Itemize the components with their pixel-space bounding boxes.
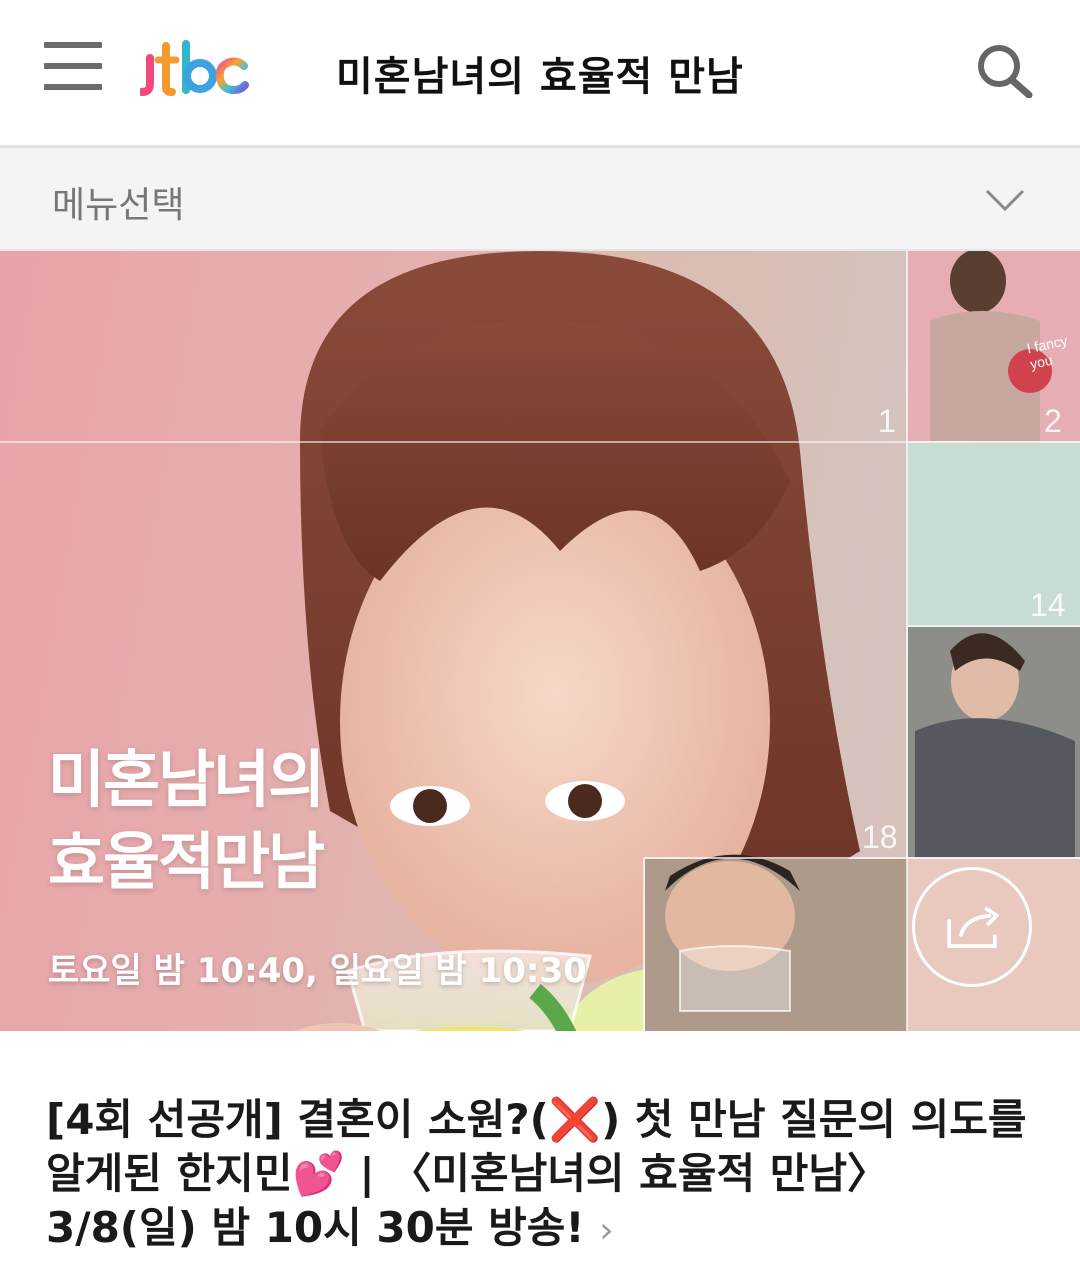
hamburger-menu-icon[interactable] (44, 42, 102, 90)
banner-divider (0, 441, 908, 443)
banner-title-line2: 효율적만남 (48, 825, 325, 898)
tile-number: 1 (878, 403, 896, 439)
share-icon[interactable] (912, 867, 1032, 987)
tile-number: 2 (1044, 403, 1062, 439)
tile-number: 14 (1030, 587, 1066, 623)
banner-show-title: 미혼남녀의 효율적만남 (48, 739, 325, 903)
top-header: 미혼남녀의 효율적 만남 (0, 0, 1080, 145)
menu-select-dropdown[interactable]: 메뉴선택 (0, 145, 1080, 251)
jtbc-logo[interactable] (140, 40, 250, 98)
tile-number: 18 (862, 819, 898, 855)
banner-title-line1: 미혼남녀의 (48, 743, 325, 816)
headline-text: [4회 선공개] 결혼이 소원?(❌) 첫 만남 질문의 의도를 알게된 한지민… (46, 1095, 1027, 1252)
promo-banner[interactable]: 1 2 14 18 I fancy you 미혼남녀의 효율적만남 토요일 밤 … (0, 251, 1080, 1031)
chevron-down-icon (985, 189, 1025, 212)
search-icon[interactable] (975, 42, 1035, 98)
menu-select-label: 메뉴선택 (52, 185, 185, 226)
banner-schedule: 토요일 밤 10:40, 일요일 밤 10:30 (48, 951, 587, 991)
video-headline-link[interactable]: [4회 선공개] 결혼이 소원?(❌) 첫 만남 질문의 의도를 알게된 한지민… (46, 1093, 1036, 1258)
chevron-right-icon: › (599, 1210, 614, 1251)
page-title: 미혼남녀의 효율적 만남 (336, 54, 744, 100)
